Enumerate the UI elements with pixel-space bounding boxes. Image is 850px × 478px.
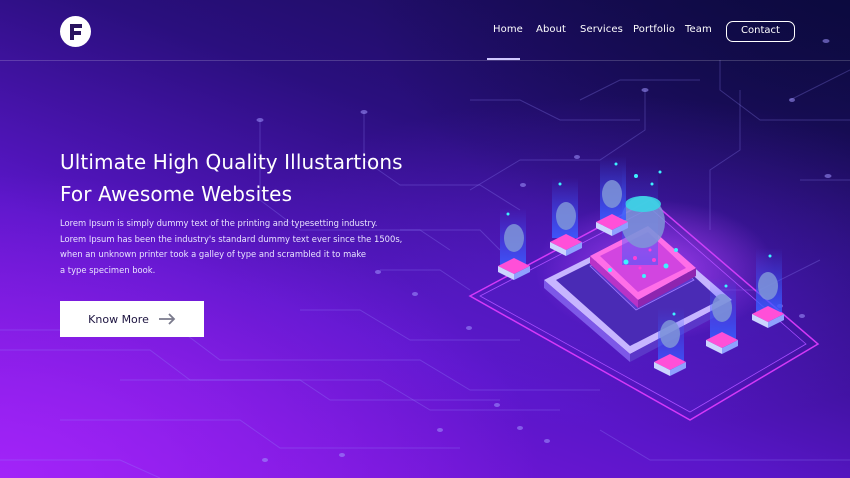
hero-description-line: a type specimen book. (60, 264, 156, 275)
contact-button[interactable]: Contact (726, 21, 795, 42)
hero-description-line: Lorem Ipsum has been the industry's stan… (60, 233, 403, 244)
hero-title: Ultimate High Quality Illustartions For … (60, 146, 430, 210)
know-more-label: Know More (88, 312, 149, 326)
nav-item-home[interactable]: Home (493, 24, 523, 35)
isometric-tech-illustration (468, 156, 820, 421)
hero-description-line: when an unknown printer took a galley of… (60, 249, 367, 259)
top-navbar: Home About Services Portfolio Team Conta… (0, 0, 850, 61)
know-more-button[interactable]: Know More (60, 301, 204, 337)
nav-active-indicator (487, 58, 520, 60)
hero-description: Lorem Ipsum is simply dummy text of the … (60, 216, 403, 278)
hero-description-line: Lorem Ipsum is simply dummy text of the … (60, 218, 378, 228)
nav-item-about[interactable]: About (536, 24, 566, 35)
hero-title-line: Ultimate High Quality Illustartions (60, 150, 403, 174)
nav-item-team[interactable]: Team (685, 24, 712, 35)
arrow-right-icon (158, 313, 176, 325)
nav-item-services[interactable]: Services (580, 24, 623, 35)
nav-item-portfolio[interactable]: Portfolio (633, 24, 675, 35)
hero-title-line: For Awesome Websites (60, 182, 293, 206)
f-letter-logo-icon[interactable] (60, 16, 91, 47)
